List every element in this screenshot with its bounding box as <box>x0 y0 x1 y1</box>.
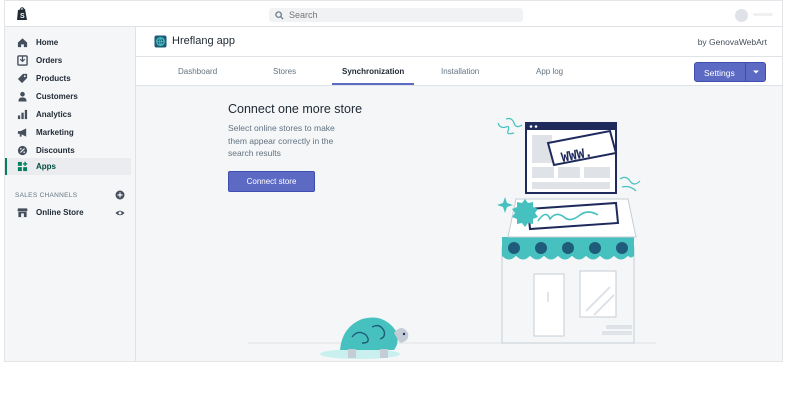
store-icon <box>17 208 28 218</box>
tab-stores[interactable]: Stores <box>273 67 296 76</box>
account-name-placeholder[interactable] <box>753 13 773 16</box>
empty-state-description: Select online stores to make them appear… <box>228 123 335 158</box>
search-input[interactable] <box>289 10 489 20</box>
shopify-logo-icon[interactable]: S <box>15 7 29 21</box>
sidebar-item-discounts[interactable]: Discounts <box>5 142 131 159</box>
home-icon <box>17 38 28 48</box>
sidebar-item-label: Orders <box>36 56 63 65</box>
sidebar-item-label: Apps <box>36 162 56 171</box>
app-header: Hreflang app by GenovaWebArt <box>136 27 782 57</box>
sidebar-item-label: Analytics <box>36 110 72 119</box>
avatar[interactable] <box>735 9 748 22</box>
app-author: by GenovaWebArt <box>697 37 767 47</box>
app-frame: S Home Orders Products Customers <box>4 0 783 362</box>
connect-store-button[interactable]: Connect store <box>228 171 315 192</box>
eye-icon[interactable] <box>115 208 125 218</box>
sidebar-item-apps[interactable]: Apps <box>5 158 131 175</box>
person-icon <box>18 91 27 102</box>
settings-button[interactable]: Settings <box>694 62 766 82</box>
main-content: Hreflang app by GenovaWebArt Dashboard S… <box>136 27 782 361</box>
megaphone-icon <box>17 128 27 137</box>
sidebar-item-label: Online Store <box>36 208 84 217</box>
discount-icon <box>17 145 28 156</box>
empty-state-title: Connect one more store <box>228 102 363 116</box>
sidebar-item-analytics[interactable]: Analytics <box>5 106 131 123</box>
chevron-down-icon[interactable] <box>752 69 760 75</box>
search-icon <box>275 10 284 20</box>
sidebar-item-online-store[interactable]: Online Store <box>5 204 131 221</box>
sidebar-item-customers[interactable]: Customers <box>5 88 131 105</box>
bar-chart-icon <box>17 109 28 120</box>
sidebar-item-products[interactable]: Products <box>5 70 131 87</box>
tab-installation[interactable]: Installation <box>441 67 479 76</box>
tab-bar: Dashboard Stores Synchronization Install… <box>136 57 782 86</box>
sidebar-item-label: Home <box>36 38 59 47</box>
app-logo-icon <box>154 35 167 48</box>
sidebar-item-marketing[interactable]: Marketing <box>5 124 131 141</box>
svg-text:S: S <box>20 13 25 20</box>
top-bar: S <box>5 1 782 27</box>
tab-synchronization[interactable]: Synchronization <box>342 67 404 76</box>
empty-state-text: Connect one more store Select online sto… <box>228 102 378 160</box>
orders-icon <box>17 55 28 66</box>
button-divider <box>745 63 746 81</box>
tab-dashboard[interactable]: Dashboard <box>178 67 217 76</box>
search-bar[interactable] <box>269 8 523 22</box>
tag-icon <box>17 73 28 84</box>
sidebar-item-label: Products <box>36 74 71 83</box>
sidebar-item-label: Marketing <box>36 128 74 137</box>
sidebar: Home Orders Products Customers Analytics… <box>5 27 136 361</box>
settings-button-label: Settings <box>704 68 735 78</box>
sidebar-item-orders[interactable]: Orders <box>5 52 131 69</box>
add-channel-icon[interactable] <box>115 190 125 200</box>
sidebar-item-label: Discounts <box>36 146 75 155</box>
app-title: Hreflang app <box>172 35 235 47</box>
sales-channels-heading: SALES CHANNELS <box>15 192 78 199</box>
sidebar-item-home[interactable]: Home <box>5 34 131 51</box>
active-tab-indicator <box>332 83 414 85</box>
apps-icon <box>17 161 28 172</box>
tab-app-log[interactable]: App log <box>536 67 563 76</box>
sidebar-item-label: Customers <box>36 92 78 101</box>
